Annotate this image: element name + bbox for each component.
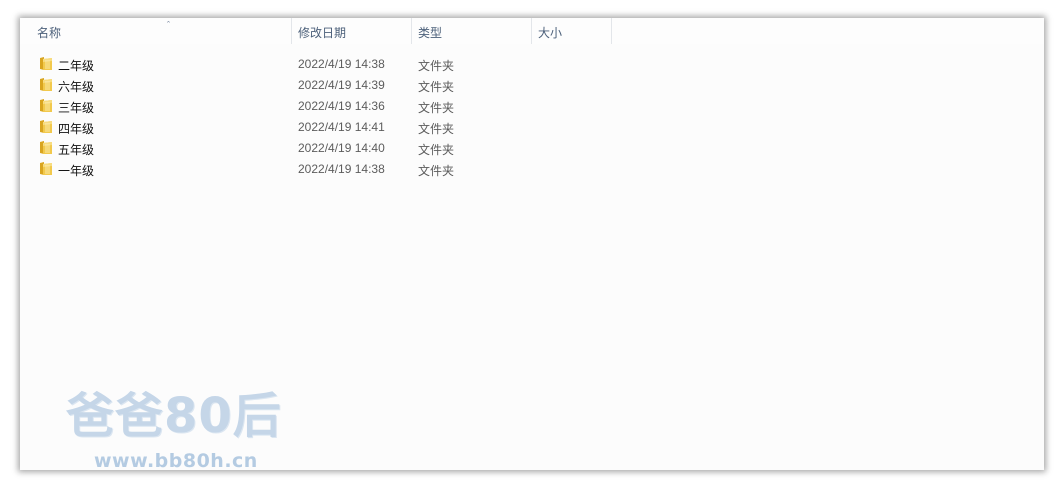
file-row[interactable]: 三年级 2022/4/19 14:36 文件夹	[20, 96, 620, 117]
folder-icon	[40, 57, 52, 70]
file-type: 文件夹	[418, 143, 455, 157]
file-type: 文件夹	[418, 122, 455, 136]
folder-icon	[40, 120, 52, 133]
file-type: 文件夹	[418, 101, 455, 115]
column-header-name-label: 名称	[37, 26, 62, 40]
file-row[interactable]: 四年级 2022/4/19 14:41 文件夹	[20, 117, 620, 138]
file-row[interactable]: 六年级 2022/4/19 14:39 文件夹	[20, 75, 620, 96]
column-header-name[interactable]: ˆ 名称	[30, 18, 292, 44]
file-row[interactable]: 二年级 2022/4/19 14:38 文件夹	[20, 54, 620, 75]
folder-icon	[40, 162, 52, 175]
folder-icon	[40, 141, 52, 154]
column-header-size-label: 大小	[538, 26, 563, 40]
file-name: 一年级	[58, 164, 95, 178]
file-name: 五年级	[58, 143, 95, 157]
file-row[interactable]: 五年级 2022/4/19 14:40 文件夹	[20, 138, 620, 159]
folder-icon	[40, 78, 52, 91]
column-header-type[interactable]: 类型	[412, 18, 532, 44]
column-header-date-label: 修改日期	[298, 26, 347, 40]
file-type: 文件夹	[418, 80, 455, 94]
file-name: 二年级	[58, 59, 95, 73]
file-date: 2022/4/19 14:41	[298, 120, 385, 134]
watermark-url: www.bb80h.cn	[94, 450, 258, 470]
file-date: 2022/4/19 14:40	[298, 141, 385, 155]
file-type: 文件夹	[418, 59, 455, 73]
file-type: 文件夹	[418, 164, 455, 178]
file-date: 2022/4/19 14:38	[298, 57, 385, 71]
file-explorer-window: ˆ 名称 修改日期 类型 大小 二年级 2022/4/19 14:38 文件夹	[20, 18, 1044, 470]
file-date: 2022/4/19 14:36	[298, 99, 385, 113]
file-name: 四年级	[58, 122, 95, 136]
watermark: 爸爸80后 www.bb80h.cn	[66, 386, 296, 470]
file-name: 六年级	[58, 80, 95, 94]
watermark-title: 爸爸80后	[66, 388, 282, 444]
column-header-size[interactable]: 大小	[532, 18, 612, 44]
file-row[interactable]: 一年级 2022/4/19 14:38 文件夹	[20, 159, 620, 180]
sort-ascending-icon: ˆ	[167, 20, 170, 30]
column-header-bar: ˆ 名称 修改日期 类型 大小	[20, 18, 1044, 44]
folder-icon	[40, 99, 52, 112]
file-name: 三年级	[58, 101, 95, 115]
file-date: 2022/4/19 14:38	[298, 162, 385, 176]
column-header-type-label: 类型	[418, 26, 443, 40]
file-date: 2022/4/19 14:39	[298, 78, 385, 92]
column-header-date[interactable]: 修改日期	[292, 18, 412, 44]
